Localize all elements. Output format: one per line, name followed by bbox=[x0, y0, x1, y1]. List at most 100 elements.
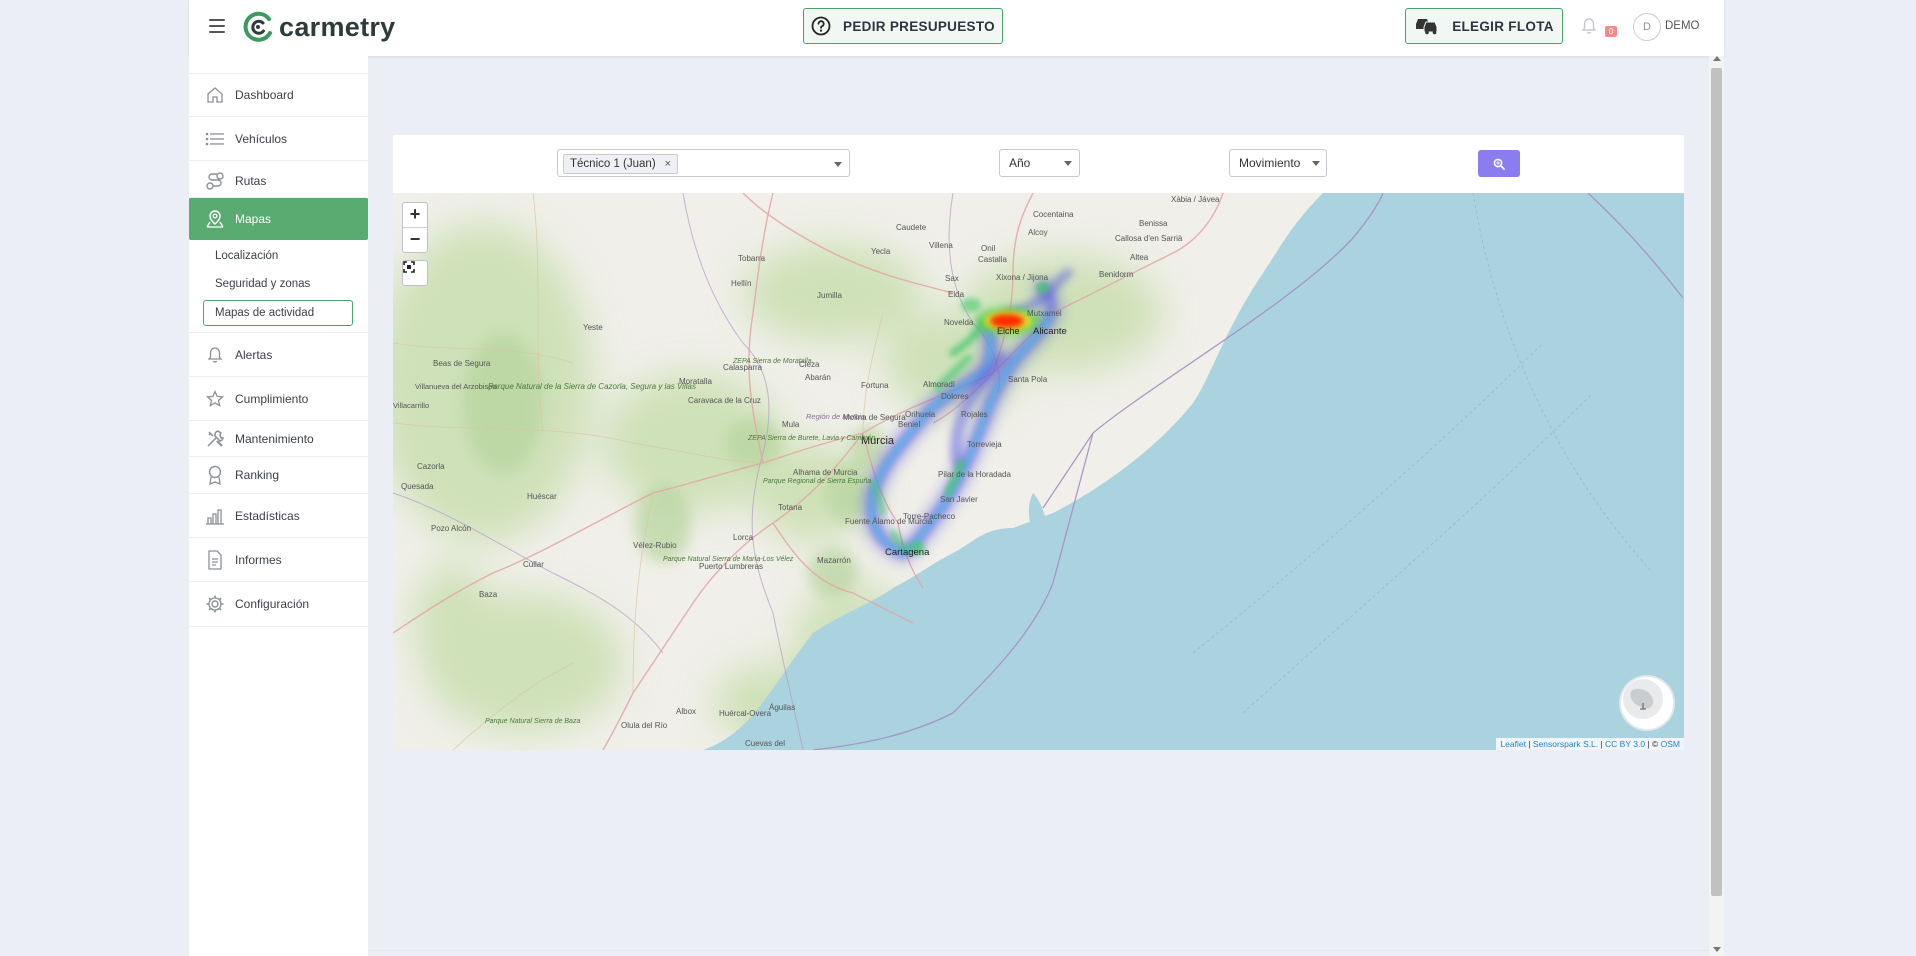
driver-chip: Técnico 1 (Juan) × bbox=[563, 154, 679, 174]
place-label: Benissa bbox=[1139, 219, 1168, 228]
region-label: Región de Murcia bbox=[806, 412, 865, 421]
layer-switcher-globe-icon[interactable] bbox=[1619, 675, 1675, 731]
chip-remove-icon[interactable]: × bbox=[665, 155, 671, 173]
sidebar-item-vehicles[interactable]: Vehículos bbox=[189, 116, 368, 160]
place-label: Villena bbox=[929, 241, 953, 250]
zoom-control: + − bbox=[402, 202, 428, 253]
place-label: Caravaca de la Cruz bbox=[688, 396, 761, 405]
chevron-down-icon[interactable] bbox=[834, 162, 842, 167]
place-label: Santa Pola bbox=[1008, 375, 1048, 384]
request-budget-label: PEDIR PRESUPUESTO bbox=[843, 18, 995, 34]
period-select-value: Año bbox=[1009, 156, 1031, 170]
choose-fleet-label: ELEGIR FLOTA bbox=[1452, 18, 1554, 34]
sidebar-item-maintenance[interactable]: Mantenimiento bbox=[189, 420, 368, 456]
user-name[interactable]: DEMO bbox=[1665, 20, 1700, 32]
place-label: Caudete bbox=[896, 223, 927, 232]
list-icon bbox=[204, 128, 226, 150]
search-button[interactable] bbox=[1478, 150, 1520, 177]
sidebar: Dashboard Vehículos Rutas Mapas Localiza… bbox=[189, 56, 368, 956]
place-label: Dolores bbox=[941, 392, 969, 401]
notifications-bell-icon[interactable] bbox=[1581, 17, 1597, 40]
sidebar-item-label: Configuración bbox=[235, 597, 310, 611]
fleet-cars-icon bbox=[1414, 17, 1440, 35]
fullscreen-button[interactable] bbox=[402, 260, 428, 286]
sidebar-subitem-security-zones[interactable]: Seguridad y zonas bbox=[215, 278, 310, 290]
page-scrollbar[interactable] bbox=[1709, 56, 1724, 956]
place-label: Almoradí bbox=[923, 380, 956, 389]
chart-icon bbox=[204, 505, 226, 527]
sidebar-item-alerts[interactable]: Alertas bbox=[189, 332, 368, 376]
sidebar-item-label: Informes bbox=[235, 552, 282, 567]
sidebar-item-label: Vehículos bbox=[235, 131, 288, 146]
brand-name: carmetry bbox=[279, 11, 396, 42]
place-label: Altea bbox=[1130, 253, 1149, 262]
activity-heatmap[interactable]: Murcia Alicante Elche Cartagena Orihuela… bbox=[393, 193, 1684, 750]
period-select[interactable]: Año bbox=[999, 149, 1080, 177]
place-label: Villanueva del Arzobispo bbox=[415, 382, 497, 391]
sidebar-item-label: Mantenimiento bbox=[235, 431, 314, 446]
leaflet-link[interactable]: Leaflet bbox=[1500, 739, 1526, 749]
place-label: Yeste bbox=[583, 323, 603, 332]
sidebar-item-label: Mapas bbox=[235, 212, 272, 226]
place-label: Mula bbox=[782, 420, 800, 429]
hamburger-menu-icon[interactable] bbox=[209, 19, 225, 33]
park-label: Parque Natural Sierra de Baza bbox=[485, 718, 580, 725]
place-label: Tobarra bbox=[738, 254, 766, 263]
place-label: Beniel bbox=[898, 420, 920, 429]
place-label: Alcoy bbox=[1028, 228, 1048, 237]
question-circle-icon bbox=[811, 16, 831, 36]
place-label: Huércal-Overa bbox=[719, 709, 772, 718]
sidebar-item-routes[interactable]: Rutas bbox=[189, 160, 368, 200]
zoom-in-button[interactable]: + bbox=[403, 203, 427, 227]
sidebar-item-label: Estadísticas bbox=[235, 508, 300, 523]
place-label: Elda bbox=[948, 290, 965, 299]
document-icon bbox=[204, 549, 226, 571]
place-label: Alhama de Murcia bbox=[793, 468, 858, 477]
sidebar-item-reports[interactable]: Informes bbox=[189, 537, 368, 581]
choose-fleet-button[interactable]: ELEGIR FLOTA bbox=[1405, 8, 1563, 44]
chevron-down-icon bbox=[1312, 161, 1320, 166]
star-icon bbox=[204, 388, 226, 410]
map-type-select[interactable]: Movimiento bbox=[1229, 149, 1327, 177]
tools-icon bbox=[204, 428, 226, 450]
sidebar-item-compliance[interactable]: Cumplimiento bbox=[189, 376, 368, 420]
place-label: Alicante bbox=[1033, 326, 1067, 337]
request-budget-button[interactable]: PEDIR PRESUPUESTO bbox=[803, 8, 1003, 44]
sidebar-subitem-location[interactable]: Localización bbox=[215, 250, 278, 262]
place-label: Mazarrón bbox=[817, 556, 851, 565]
map-type-select-value: Movimiento bbox=[1239, 156, 1301, 170]
sensorspark-link[interactable]: Sensorspark S.L. bbox=[1533, 739, 1598, 749]
fullscreen-icon bbox=[403, 261, 415, 273]
avatar[interactable]: D bbox=[1633, 13, 1661, 41]
sidebar-item-maps[interactable]: Mapas bbox=[189, 197, 368, 240]
sidebar-item-ranking[interactable]: Ranking bbox=[189, 456, 368, 493]
sidebar-item-statistics[interactable]: Estadísticas bbox=[189, 493, 368, 537]
scroll-up-icon[interactable] bbox=[1713, 56, 1721, 61]
sidebar-item-dashboard[interactable]: Dashboard bbox=[189, 73, 368, 116]
content-bottom-divider bbox=[368, 950, 1709, 951]
scroll-down-icon[interactable] bbox=[1713, 947, 1721, 952]
place-label: Onil bbox=[981, 244, 995, 253]
place-label: Benidorm bbox=[1099, 270, 1134, 279]
sidebar-item-settings[interactable]: Configuración bbox=[189, 581, 368, 627]
place-label: Fortuna bbox=[861, 381, 889, 390]
osm-link[interactable]: OSM bbox=[1661, 739, 1680, 749]
logo[interactable]: carmetry bbox=[241, 10, 395, 44]
zoom-out-button[interactable]: − bbox=[403, 227, 427, 252]
place-label: Sax bbox=[945, 274, 959, 283]
place-label: Cartagena bbox=[885, 547, 930, 558]
gear-icon bbox=[204, 593, 226, 615]
place-label: Cazorla bbox=[417, 462, 445, 471]
place-label: Pilar de la Horadada bbox=[938, 470, 1011, 479]
park-label: ZEPA Sierra de Burete, Lavia y Cambrón bbox=[747, 435, 875, 442]
place-label: Callosa d'en Sarrià bbox=[1115, 234, 1183, 243]
place-label: Elche bbox=[997, 326, 1020, 336]
license-link[interactable]: CC BY 3.0 bbox=[1605, 739, 1645, 749]
park-label: Parque Natural Sierra de María-Los Vélez bbox=[663, 556, 794, 563]
sidebar-subitem-activity-maps[interactable]: Mapas de actividad bbox=[203, 300, 353, 326]
place-label: Hellín bbox=[731, 279, 751, 288]
place-label: Villacarrillo bbox=[393, 401, 429, 410]
sidebar-item-label: Alertas bbox=[235, 347, 273, 362]
scrollbar-thumb[interactable] bbox=[1711, 68, 1722, 896]
driver-multiselect[interactable]: Técnico 1 (Juan) × bbox=[557, 149, 850, 177]
